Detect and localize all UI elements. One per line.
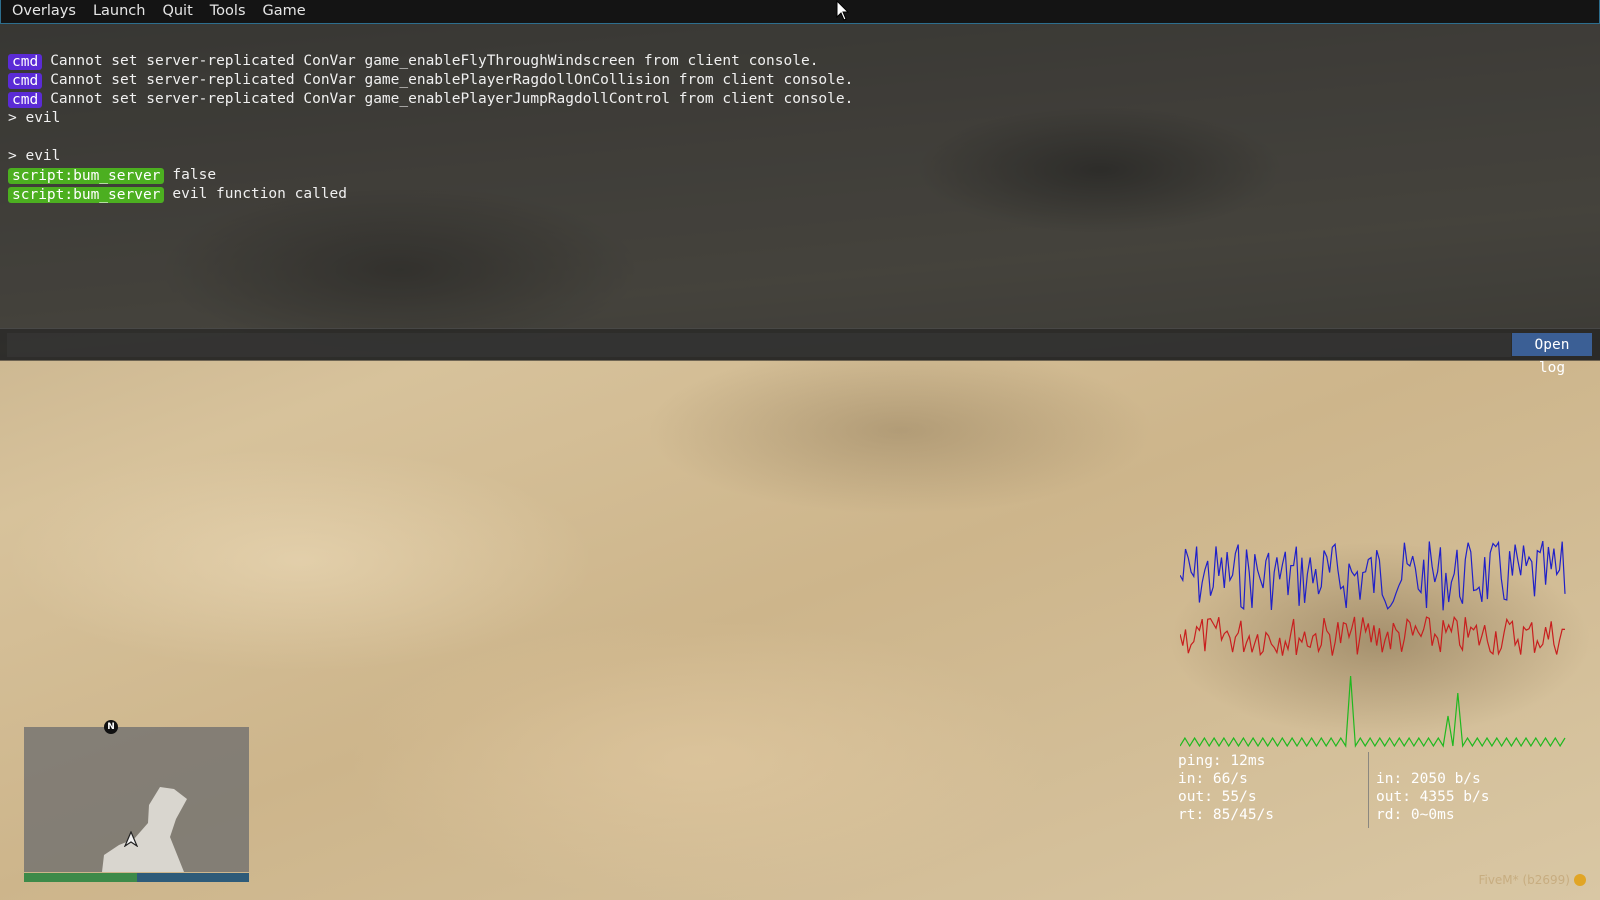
menu-quit[interactable]: Quit xyxy=(154,0,201,23)
console-line-tag: cmd xyxy=(8,91,43,108)
console-line-tag: cmd xyxy=(8,72,43,89)
rd-stat: rd: 0~0ms xyxy=(1376,807,1455,823)
console-line: script:bum_server evil function called xyxy=(8,185,853,204)
ping-stat: ping: 12ms xyxy=(1178,753,1266,769)
out-bytes-stat: out: 4355 b/s xyxy=(1376,789,1490,805)
net-graph xyxy=(1180,540,1566,748)
open-log-button[interactable]: Open log xyxy=(1512,333,1592,376)
console-line: > evil xyxy=(8,109,853,128)
console-line-text: Cannot set server-replicated ConVar game… xyxy=(50,53,819,69)
console-line: cmd Cannot set server-replicated ConVar g… xyxy=(8,90,853,109)
console-line-text: evil function called xyxy=(172,186,348,202)
health-bar xyxy=(24,873,137,882)
minimap: N xyxy=(24,720,249,872)
net-stats: ping: 12ms in: 66/s out: 55/s rt: 85/45/… xyxy=(1178,752,1578,832)
console-input[interactable] xyxy=(7,333,1511,357)
minimap-terrain xyxy=(102,787,187,872)
console-input-bar: Open log xyxy=(0,328,1600,376)
menu-game[interactable]: Game xyxy=(254,0,314,23)
rt-stat: rt: 85/45/s xyxy=(1178,807,1275,823)
console-line-text: false xyxy=(172,167,217,183)
console-line-tag: cmd xyxy=(8,53,43,70)
in-rate-stat: in: 66/s xyxy=(1178,771,1248,787)
console-line-tag: script:bum_server xyxy=(8,186,165,203)
north-icon: N xyxy=(104,720,118,734)
console-line-tag: script:bum_server xyxy=(8,167,165,184)
fivem-logo-icon xyxy=(1574,874,1586,886)
console-line-text: > evil xyxy=(8,110,61,126)
net-stats-right: in: 2050 b/s out: 4355 b/s rd: 0~0ms xyxy=(1376,770,1490,824)
console-panel: cmd Cannot set server-replicated ConVar g… xyxy=(0,24,1600,376)
player-arrow-icon xyxy=(124,831,138,847)
console-log: cmd Cannot set server-replicated ConVar g… xyxy=(8,52,853,204)
console-line: script:bum_server false xyxy=(8,166,853,185)
mouse-cursor-icon xyxy=(836,0,850,21)
menu-bar: Overlays Launch Quit Tools Game xyxy=(0,0,1600,24)
net-graph-in-line xyxy=(1180,540,1566,611)
menu-tools[interactable]: Tools xyxy=(201,0,254,23)
console-line-text: > evil xyxy=(8,148,61,164)
health-armor-bars xyxy=(24,873,249,882)
menu-overlays[interactable]: Overlays xyxy=(1,0,84,23)
fivem-brand-text: FiveM* (b2699) xyxy=(1478,873,1570,887)
armor-bar xyxy=(137,873,249,882)
menu-launch[interactable]: Launch xyxy=(84,0,154,23)
net-stats-left: ping: 12ms in: 66/s out: 55/s rt: 85/45/… xyxy=(1178,752,1274,824)
in-bytes-stat: in: 2050 b/s xyxy=(1376,771,1481,787)
console-line: cmd Cannot set server-replicated ConVar g… xyxy=(8,52,853,71)
console-line-text: Cannot set server-replicated ConVar game… xyxy=(50,91,854,107)
net-stats-divider xyxy=(1368,752,1369,828)
console-line: > evil xyxy=(8,147,853,166)
console-line: cmd Cannot set server-replicated ConVar g… xyxy=(8,71,853,90)
console-line-text: Cannot set server-replicated ConVar game… xyxy=(50,72,854,88)
out-rate-stat: out: 55/s xyxy=(1178,789,1257,805)
net-graph-out-line xyxy=(1180,615,1566,657)
net-graph-spike-line xyxy=(1180,675,1566,748)
